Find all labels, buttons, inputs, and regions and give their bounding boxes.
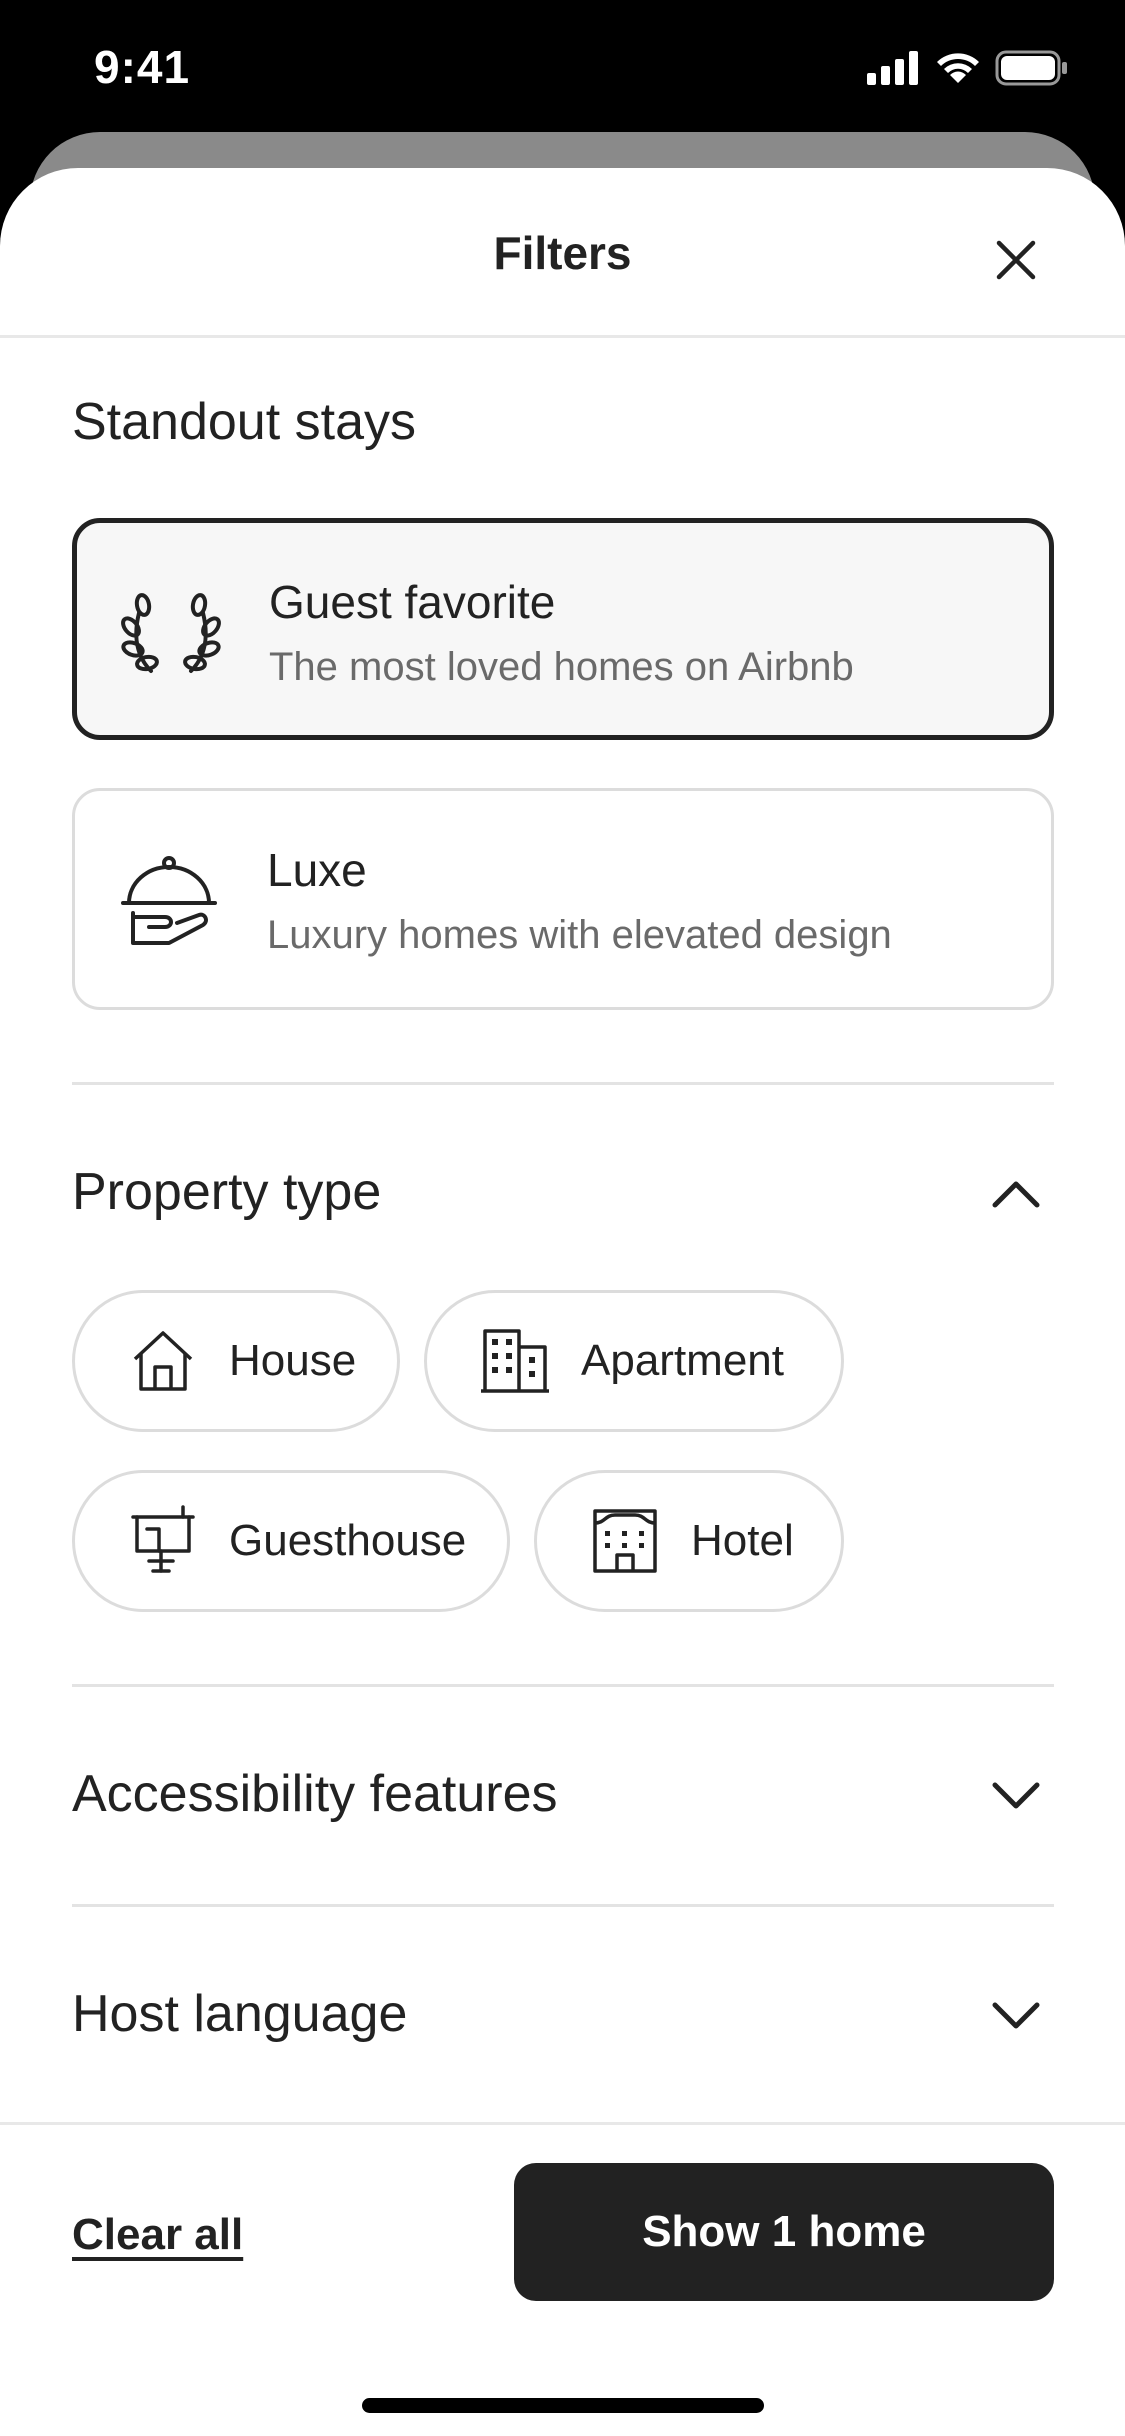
property-type-chip-guesthouse[interactable]: Guesthouse [72,1470,510,1612]
standout-stays-title: Standout stays [72,393,416,451]
card-subtitle: The most loved homes on Airbnb [269,645,854,689]
cellular-signal-icon [867,51,918,85]
divider [72,1904,1054,1907]
close-button[interactable] [980,224,1052,296]
accessibility-features-toggle[interactable] [980,1760,1052,1832]
guest-favorite-card[interactable]: Guest favorite The most loved homes on A… [72,518,1054,740]
luxe-card[interactable]: Luxe Luxury homes with elevated design [72,788,1054,1010]
chip-label: House [229,1336,357,1385]
chevron-up-icon [992,1181,1040,1208]
host-language-title[interactable]: Host language [72,1984,407,2044]
status-bar: 9:41 [0,0,1125,135]
card-title: Luxe [267,844,367,896]
property-type-toggle[interactable] [980,1158,1052,1230]
clear-all-button[interactable]: Clear all [72,2210,243,2260]
cloche-icon [121,856,217,945]
chevron-down-icon [992,2002,1040,2029]
hotel-icon [593,1509,657,1573]
accessibility-features-title[interactable]: Accessibility features [72,1764,558,1824]
status-time: 9:41 [94,41,191,93]
laurel-icon [121,593,221,673]
close-icon [996,240,1036,280]
chevron-down-icon [992,1782,1040,1809]
show-homes-button[interactable]: Show 1 home [514,2163,1054,2301]
card-title: Guest favorite [269,576,556,628]
sheet-header: Filters [0,168,1125,338]
wifi-icon [937,53,979,83]
building-icon [481,1329,549,1393]
divider [72,1684,1054,1687]
home-indicator[interactable] [362,2398,764,2413]
property-type-chip-house[interactable]: House [72,1290,400,1432]
property-type-title: Property type [72,1163,382,1221]
house-icon [133,1331,193,1391]
chip-label: Apartment [581,1336,784,1385]
chip-label: Guesthouse [229,1516,467,1565]
property-type-chip-apartment[interactable]: Apartment [424,1290,844,1432]
battery-icon [995,50,1067,86]
host-language-toggle[interactable] [980,1980,1052,2052]
chip-label: Hotel [691,1516,794,1565]
status-icons [867,50,1069,86]
sheet-title: Filters [493,227,632,279]
filters-sheet: Filters Standout stays Guest favorite Th… [0,168,1125,2436]
property-type-chip-hotel[interactable]: Hotel [534,1470,844,1612]
divider [72,1082,1054,1085]
card-subtitle: Luxury homes with elevated design [267,913,892,957]
guesthouse-icon [131,1505,195,1573]
sheet-footer: Clear all Show 1 home [0,2122,1125,2436]
